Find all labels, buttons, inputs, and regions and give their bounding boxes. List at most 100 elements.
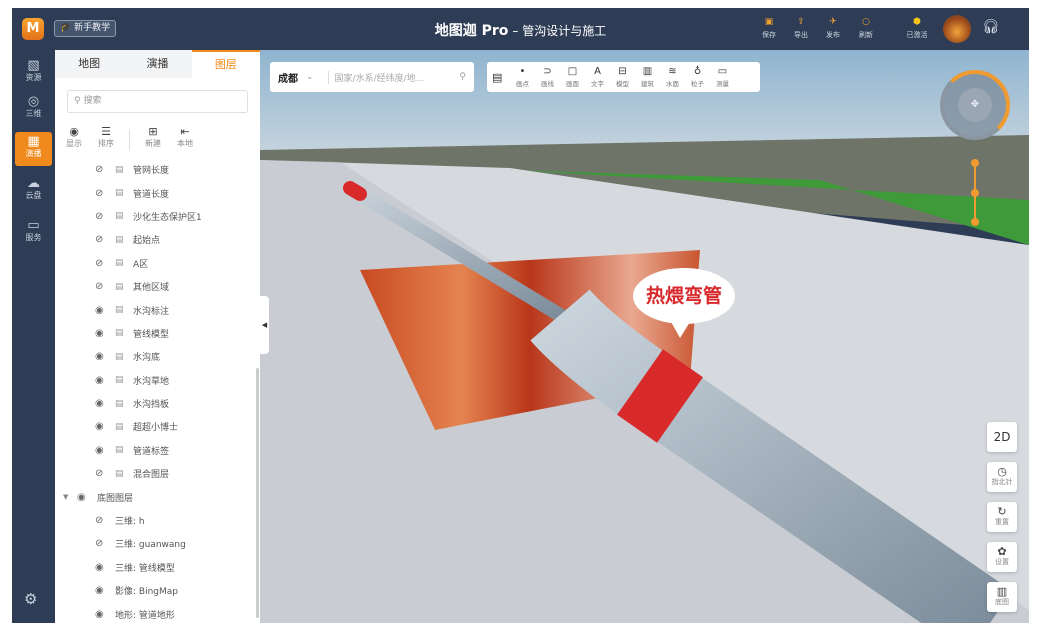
compass-button[interactable]: ◷ 指北针 bbox=[987, 462, 1017, 492]
eye-off-icon[interactable]: ⊘ bbox=[95, 164, 109, 175]
layer-item[interactable]: ⊘ ▤ A区 bbox=[55, 252, 255, 275]
settings-button[interactable]: ✿ 设置 bbox=[987, 542, 1017, 572]
save-button[interactable]: ▣ 保存 bbox=[756, 17, 782, 40]
nav-item-cloud[interactable]: ☁ 云盘 bbox=[15, 174, 52, 208]
sort-button[interactable]: ☰ 排序 bbox=[97, 125, 115, 155]
layer-item[interactable]: ◉ ▤ 水沟挡板 bbox=[55, 392, 255, 415]
layer-item[interactable]: ◉ ▤ 水沟标注 bbox=[55, 298, 255, 321]
toolbox-icon[interactable]: ▤ bbox=[492, 71, 510, 84]
layer-label: 三维: 管线模型 bbox=[115, 563, 175, 574]
publish-button[interactable]: ✈ 发布 bbox=[820, 17, 846, 40]
slider-handle[interactable] bbox=[971, 189, 979, 197]
chevron-down-icon[interactable]: ⌄ bbox=[306, 72, 314, 82]
nav-item-resources[interactable]: ▧ 资源 bbox=[15, 56, 52, 90]
support-headset-icon[interactable]: 🎧︎ bbox=[982, 19, 1000, 35]
draw-tool-7[interactable]: ♁ 粒子 bbox=[685, 66, 710, 88]
eye-off-icon[interactable]: ⊘ bbox=[95, 538, 109, 549]
layer-type-icon: ▤ bbox=[115, 164, 124, 175]
layer-item[interactable]: ⊘ ▤ 其他区域 bbox=[55, 275, 255, 298]
pipe-callout-label[interactable]: 热煨弯管 bbox=[633, 268, 735, 324]
tab-map[interactable]: 地图 bbox=[55, 50, 123, 78]
eye-off-icon[interactable]: ⊘ bbox=[95, 258, 109, 269]
nav-item-services[interactable]: ▭ 服务 bbox=[15, 216, 52, 250]
draw-tool-2[interactable]: □ 画面 bbox=[560, 66, 585, 88]
base-layer-item[interactable]: ◉ 地形: 管道地形 bbox=[55, 602, 255, 623]
layer-item[interactable]: ◉ ▤ 管道标签 bbox=[55, 439, 255, 462]
layer-item[interactable]: ⊘ ▤ 管道长度 bbox=[55, 181, 255, 204]
layer-item[interactable]: ⊘ ▤ 起始点 bbox=[55, 228, 255, 251]
base-layer-item[interactable]: ⊘ 三维: guanwang bbox=[55, 532, 255, 555]
draw-tool-8[interactable]: ▭ 测量 bbox=[710, 66, 735, 88]
eye-icon[interactable]: ◉ bbox=[95, 328, 109, 339]
caret-down-icon[interactable]: ▼ bbox=[63, 493, 77, 501]
base-layer-item[interactable]: ⊘ 三维: h bbox=[55, 509, 255, 532]
eye-off-icon[interactable]: ⊘ bbox=[95, 468, 109, 479]
layer-item[interactable]: ◉ ▤ 超超小博士 bbox=[55, 415, 255, 438]
activation-status[interactable]: ⬢ 已激活 bbox=[902, 17, 932, 40]
refresh-button[interactable]: ○ 刷新 bbox=[853, 17, 879, 40]
export-button[interactable]: ⇪ 导出 bbox=[788, 17, 814, 40]
layer-item[interactable]: ◉ ▤ 水沟底 bbox=[55, 345, 255, 368]
layer-item[interactable]: ◉ ▤ 水沟草地 bbox=[55, 369, 255, 392]
draw-toolbar: ▤ • 画点 ⊃ 画线 □ 画面 A 文字 ⊟ 模型 ▥ 建筑 ≋ 水面 ♁ 粒子 ▭ 测量 bbox=[487, 62, 760, 92]
local-import-button[interactable]: ⇤ 本地 bbox=[176, 125, 194, 155]
collapse-panel-button[interactable]: ◀ bbox=[260, 296, 269, 354]
eye-icon[interactable]: ◉ bbox=[95, 421, 109, 432]
eye-icon[interactable]: ◉ bbox=[95, 585, 109, 596]
tab-layers[interactable]: 图层 bbox=[191, 50, 260, 78]
eye-icon[interactable]: ◉ bbox=[95, 375, 109, 386]
layer-item[interactable]: ⊘ ▤ 管网长度 bbox=[55, 158, 255, 181]
reset-button[interactable]: ↻ 重置 bbox=[987, 502, 1017, 532]
scrollbar[interactable] bbox=[256, 368, 259, 618]
tab-presentation[interactable]: 演播 bbox=[123, 50, 191, 78]
eye-icon[interactable]: ◉ bbox=[95, 562, 109, 573]
navigation-compass[interactable]: ✥ bbox=[940, 70, 1010, 140]
map-icon: ▥ bbox=[996, 585, 1008, 598]
eye-off-icon[interactable]: ⊘ bbox=[95, 188, 109, 199]
draw-tool-4[interactable]: ⊟ 模型 bbox=[610, 66, 635, 88]
layer-item[interactable]: ◉ ▤ 管线模型 bbox=[55, 322, 255, 345]
search-icon[interactable]: ⚲ bbox=[459, 72, 466, 82]
layer-label: 水沟草地 bbox=[133, 376, 170, 387]
settings-gear-icon[interactable]: ⚙ bbox=[24, 590, 37, 608]
eye-off-icon[interactable]: ⊘ bbox=[95, 211, 109, 222]
draw-tool-5[interactable]: ▥ 建筑 bbox=[635, 66, 660, 88]
publish-icon: ✈ bbox=[829, 17, 837, 27]
draw-tool-3[interactable]: A 文字 bbox=[585, 66, 610, 88]
2d-toggle-button[interactable]: 2D bbox=[987, 422, 1017, 452]
zoom-slider[interactable] bbox=[971, 159, 979, 226]
layer-search-input[interactable]: ⚲ 搜索 bbox=[67, 90, 248, 113]
slider-handle[interactable] bbox=[971, 159, 979, 167]
draw-tool-0[interactable]: • 画点 bbox=[510, 66, 535, 88]
tool-label: 本地 bbox=[177, 139, 193, 148]
eye-off-icon[interactable]: ⊘ bbox=[95, 515, 109, 526]
eye-icon[interactable]: ◉ bbox=[95, 305, 109, 316]
layer-group[interactable]: ▼ ◉ 底图图层 bbox=[55, 485, 255, 508]
layer-item[interactable]: ⊘ ▤ 混合图层 bbox=[55, 462, 255, 485]
eye-icon[interactable]: ◉ bbox=[95, 351, 109, 362]
eye-icon[interactable]: ◉ bbox=[95, 445, 109, 456]
draw-tool-1[interactable]: ⊃ 画线 bbox=[535, 66, 560, 88]
draw-tool-6[interactable]: ≋ 水面 bbox=[660, 66, 685, 88]
base-layer-item[interactable]: ◉ 三维: 管线模型 bbox=[55, 556, 255, 579]
new-folder-button[interactable]: ⊞ 新建 bbox=[144, 125, 162, 155]
place-search[interactable]: 成都 ⌄ 国家/水系/经纬度/地... ⚲ bbox=[270, 62, 474, 92]
map-viewport[interactable]: 热煨弯管 成都 ⌄ 国家/水系/经纬度/地... ⚲ ▤ • 画点 ⊃ 画线 □ 画面 A 文字 ⊟ 模型… bbox=[260, 50, 1029, 623]
pan-control-icon[interactable]: ✥ bbox=[958, 88, 992, 122]
city-select[interactable]: 成都 bbox=[278, 70, 298, 85]
eye-icon[interactable]: ◉ bbox=[77, 492, 91, 503]
nav-item-3d[interactable]: ◎ 三维 bbox=[15, 92, 52, 126]
basemap-button[interactable]: ▥ 底图 bbox=[987, 582, 1017, 612]
base-layer-item[interactable]: ◉ 影像: BingMap bbox=[55, 579, 255, 602]
layer-item[interactable]: ⊘ ▤ 沙化生态保护区1 bbox=[55, 205, 255, 228]
eye-icon[interactable]: ◉ bbox=[95, 398, 109, 409]
eye-off-icon[interactable]: ⊘ bbox=[95, 281, 109, 292]
compass-icon: ◷ bbox=[997, 465, 1007, 478]
show-button[interactable]: ◉ 显示 bbox=[65, 125, 83, 155]
eye-icon[interactable]: ◉ bbox=[95, 609, 109, 620]
place-search-input[interactable]: 国家/水系/经纬度/地... bbox=[327, 70, 460, 84]
slider-handle[interactable] bbox=[971, 218, 979, 226]
avatar[interactable] bbox=[943, 15, 971, 43]
eye-off-icon[interactable]: ⊘ bbox=[95, 234, 109, 245]
nav-item-presentation[interactable]: ▦ 演播 bbox=[15, 132, 52, 166]
